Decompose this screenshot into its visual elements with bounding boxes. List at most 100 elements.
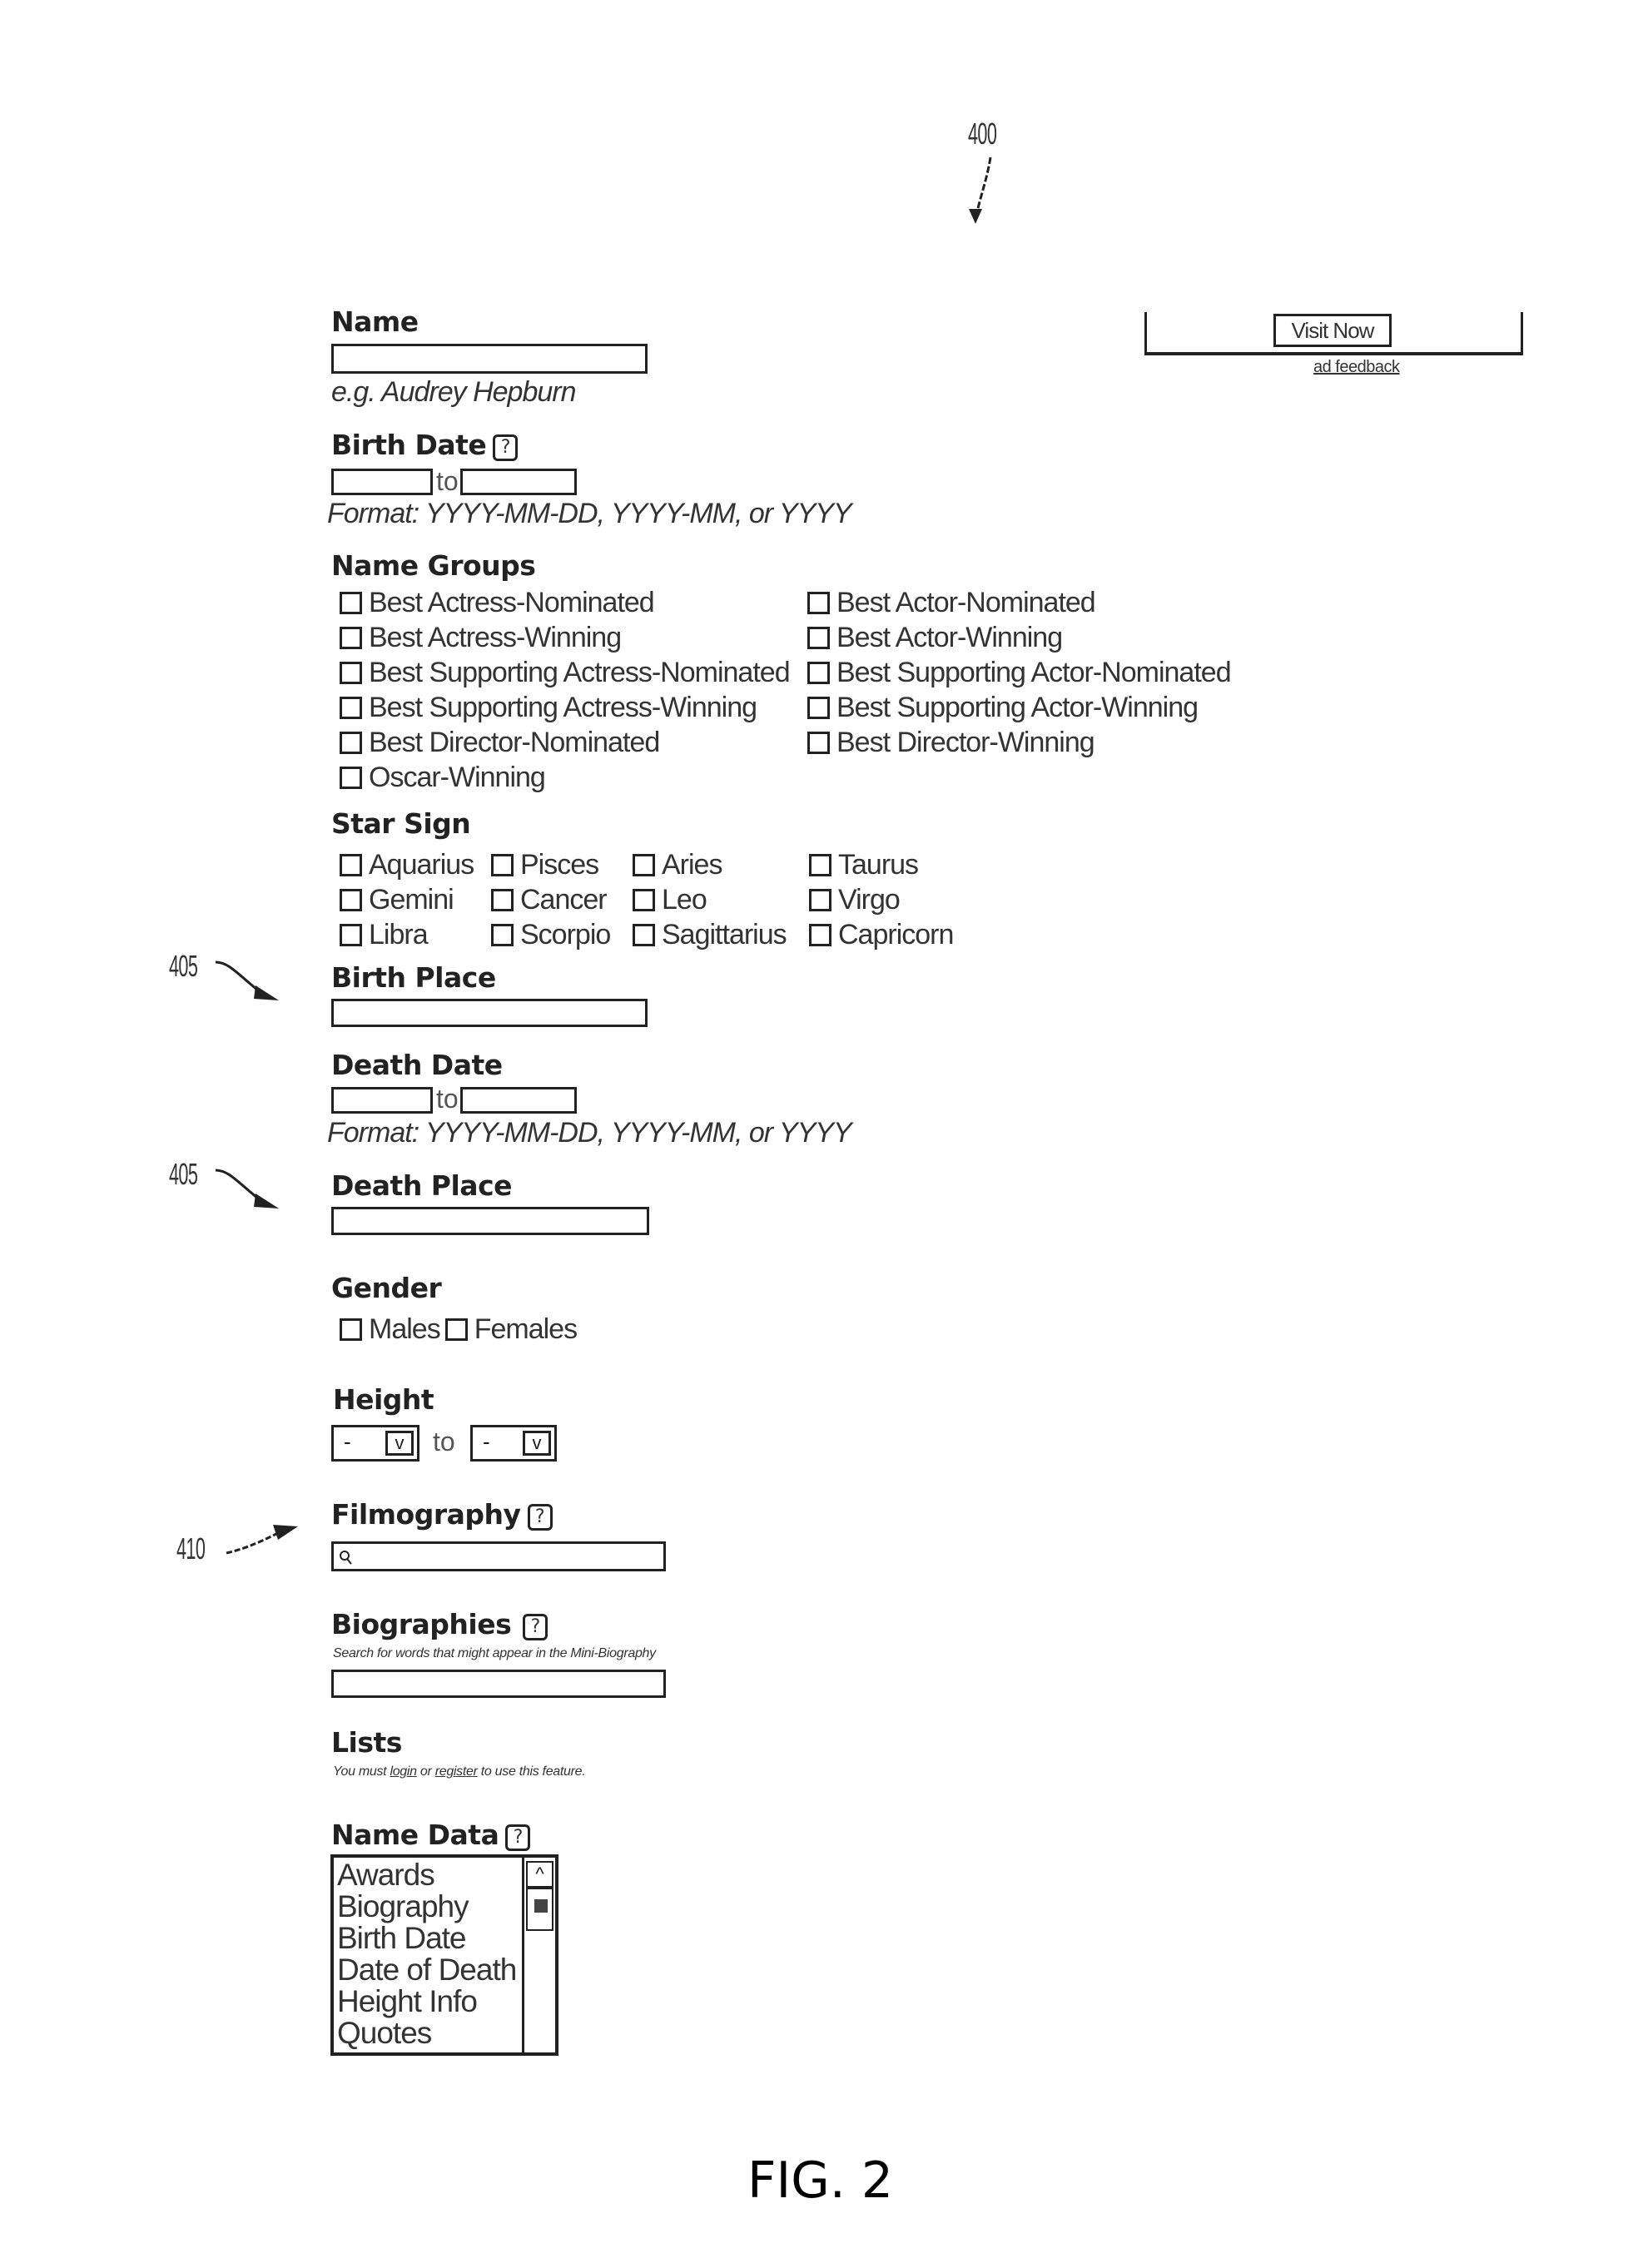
name-data-help-icon[interactable]: ? bbox=[505, 1824, 531, 1851]
checkbox[interactable] bbox=[340, 592, 362, 614]
checkbox-label: Best Actress-Winning bbox=[369, 622, 622, 653]
lists-hint-suffix: to use this feature. bbox=[477, 1764, 586, 1779]
checkbox[interactable] bbox=[807, 697, 830, 719]
filmography-label-text: Filmography bbox=[331, 1498, 521, 1531]
checkbox-option[interactable]: Leo bbox=[633, 884, 809, 916]
checkbox-option[interactable]: Females bbox=[444, 1313, 578, 1346]
checkbox-label: Aquarius bbox=[369, 849, 474, 881]
visit-now-button[interactable]: Visit Now bbox=[1273, 314, 1392, 347]
checkbox-option[interactable]: Oscar-Winning bbox=[340, 762, 807, 794]
checkbox-option[interactable]: Best Actress-Winning bbox=[340, 622, 807, 654]
checkbox-option[interactable]: Sagittarius bbox=[633, 919, 809, 951]
name-data-scrollbar[interactable]: ^ bbox=[522, 1858, 555, 2052]
ref-numeral-405-death-place: 405 bbox=[169, 1157, 198, 1191]
death-date-from-input[interactable] bbox=[331, 1087, 433, 1114]
checkbox-option[interactable]: Males bbox=[340, 1313, 441, 1346]
checkbox-option[interactable]: Best Supporting Actress-Winning bbox=[340, 692, 807, 724]
checkbox-option[interactable]: Libra bbox=[340, 919, 491, 951]
height-from-selected: - bbox=[344, 1429, 351, 1454]
scroll-up-icon[interactable]: ^ bbox=[526, 1861, 553, 1888]
checkbox[interactable] bbox=[633, 889, 655, 911]
listbox-option[interactable]: Awards bbox=[334, 1859, 522, 1891]
checkbox[interactable] bbox=[807, 627, 830, 649]
listbox-option[interactable]: Quotes bbox=[334, 2017, 522, 2049]
checkbox[interactable] bbox=[491, 924, 514, 946]
biographies-label: Biographies? bbox=[331, 1608, 548, 1640]
birth-place-input[interactable] bbox=[331, 999, 648, 1027]
register-link[interactable]: register bbox=[435, 1764, 478, 1779]
checkbox-option[interactable]: Best Supporting Actor-Winning bbox=[807, 692, 1255, 724]
checkbox[interactable] bbox=[807, 592, 830, 614]
checkbox-option[interactable]: Aquarius bbox=[340, 849, 491, 881]
chevron-down-icon: v bbox=[523, 1431, 551, 1456]
checkbox-label: Pisces bbox=[520, 849, 599, 881]
checkbox[interactable] bbox=[491, 854, 514, 876]
name-input[interactable] bbox=[331, 344, 648, 374]
checkbox[interactable] bbox=[340, 924, 362, 946]
login-link[interactable]: login bbox=[390, 1764, 417, 1779]
checkbox-label: Best Supporting Actress-Winning bbox=[369, 692, 757, 723]
checkbox[interactable] bbox=[340, 1318, 362, 1341]
checkbox-option[interactable]: Best Actress-Nominated bbox=[340, 587, 807, 619]
checkbox-option[interactable]: Best Actor-Winning bbox=[807, 622, 1255, 654]
listbox-option[interactable]: Biography bbox=[334, 1891, 522, 1923]
ad-feedback-link[interactable]: ad feedback bbox=[1313, 358, 1400, 377]
height-to-selected: - bbox=[483, 1429, 490, 1454]
checkbox[interactable] bbox=[340, 889, 362, 911]
checkbox[interactable] bbox=[809, 854, 831, 876]
listbox-option[interactable]: Height Info bbox=[334, 1986, 522, 2017]
listbox-option[interactable]: Date of Death bbox=[334, 1954, 522, 1986]
checkbox[interactable] bbox=[807, 662, 830, 684]
biographies-help-icon[interactable]: ? bbox=[523, 1614, 548, 1640]
checkbox-label: Capricorn bbox=[838, 919, 954, 950]
checkbox-option[interactable]: Best Supporting Actress-Nominated bbox=[340, 657, 807, 689]
biographies-input[interactable] bbox=[331, 1670, 666, 1698]
checkbox[interactable] bbox=[807, 732, 830, 754]
checkbox-option[interactable]: Best Director-Nominated bbox=[340, 727, 807, 759]
birth-date-to-input[interactable] bbox=[460, 469, 577, 495]
listbox-option[interactable]: Birth Date bbox=[334, 1923, 522, 1954]
name-data-listbox[interactable]: Awards Biography Birth Date Date of Death He… bbox=[330, 1854, 558, 2056]
name-data-label: Name Data? bbox=[331, 1819, 531, 1851]
checkbox[interactable] bbox=[809, 924, 831, 946]
checkbox-option[interactable]: Taurus bbox=[809, 849, 1005, 881]
filmography-search-input[interactable] bbox=[331, 1541, 666, 1571]
death-date-to-input[interactable] bbox=[460, 1087, 577, 1114]
checkbox[interactable] bbox=[444, 1318, 468, 1341]
death-place-label: Death Place bbox=[331, 1169, 513, 1202]
biographies-hint: Search for words that might appear in th… bbox=[333, 1646, 656, 1660]
checkbox[interactable] bbox=[340, 627, 362, 649]
checkbox-option[interactable]: Virgo bbox=[809, 884, 1005, 916]
birth-date-from-input[interactable] bbox=[331, 469, 433, 495]
checkbox-option[interactable]: Best Supporting Actor-Nominated bbox=[807, 657, 1255, 689]
checkbox-option[interactable]: Scorpio bbox=[491, 919, 633, 951]
lists-hint-mid: or bbox=[416, 1764, 435, 1779]
checkbox[interactable] bbox=[633, 854, 655, 876]
height-to-select[interactable]: - v bbox=[470, 1425, 557, 1462]
birth-date-help-icon[interactable]: ? bbox=[493, 434, 519, 461]
death-place-input[interactable] bbox=[331, 1207, 649, 1235]
checkbox[interactable] bbox=[340, 732, 362, 754]
checkbox[interactable] bbox=[340, 767, 362, 789]
checkbox-option[interactable]: Gemini bbox=[340, 884, 491, 916]
checkbox[interactable] bbox=[633, 924, 655, 946]
checkbox[interactable] bbox=[340, 854, 362, 876]
checkbox-option[interactable]: Capricorn bbox=[809, 919, 1005, 951]
checkbox-option[interactable]: Cancer bbox=[491, 884, 633, 916]
checkbox-option[interactable]: Best Director-Winning bbox=[807, 727, 1255, 759]
checkbox-option[interactable]: Aries bbox=[633, 849, 809, 881]
birth-date-label-text: Birth Date bbox=[331, 429, 487, 461]
checkbox[interactable] bbox=[491, 889, 514, 911]
checkbox-option[interactable]: Best Actor-Nominated bbox=[807, 587, 1255, 619]
checkbox[interactable] bbox=[809, 889, 831, 911]
checkbox-label: Taurus bbox=[838, 849, 919, 881]
death-date-to-label: to bbox=[436, 1084, 459, 1114]
checkbox-option[interactable]: Pisces bbox=[491, 849, 633, 881]
name-data-options: Awards Biography Birth Date Date of Death He… bbox=[334, 1859, 522, 2049]
birth-date-label: Birth Date? bbox=[331, 429, 519, 461]
checkbox[interactable] bbox=[340, 697, 362, 719]
height-from-select[interactable]: - v bbox=[331, 1425, 419, 1462]
scrollbar-thumb[interactable] bbox=[526, 1888, 553, 1931]
checkbox[interactable] bbox=[340, 662, 362, 684]
filmography-help-icon[interactable]: ? bbox=[527, 1504, 553, 1531]
